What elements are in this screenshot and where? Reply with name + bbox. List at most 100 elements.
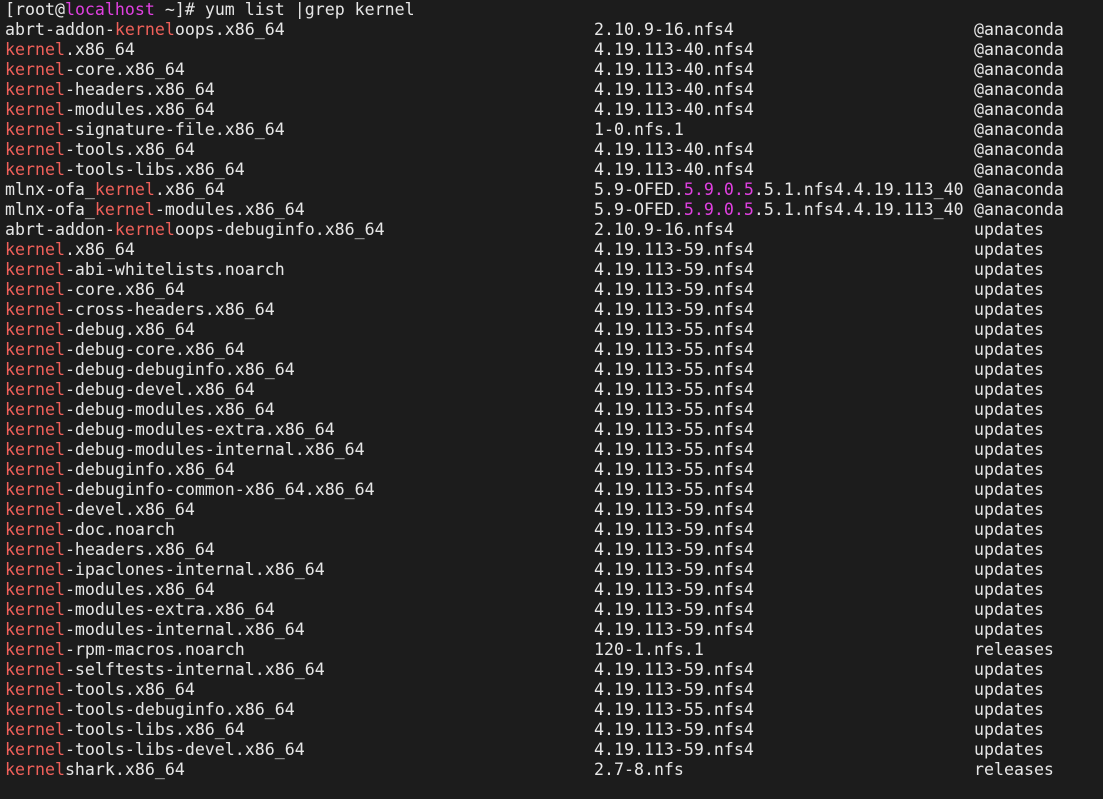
package-version: 4.19.113-55.nfs4 xyxy=(594,320,754,339)
package-repo: @anaconda xyxy=(974,200,1064,219)
package-version: 4.19.113-40.nfs4 xyxy=(594,60,754,79)
package-repo: updates xyxy=(974,380,1044,399)
package-row: kernel-debug-modules.x86_64 4.19.113-55.n… xyxy=(0,400,1103,420)
package-name: kernel-debug-modules-extra.x86_64 xyxy=(5,420,335,439)
package-row: kernel-tools.x86_64 4.19.113-59.nfs4 updat… xyxy=(0,680,1103,700)
package-version: 4.19.113-59.nfs4 xyxy=(594,280,754,299)
package-row: kernel-modules-internal.x86_64 4.19.113-5… xyxy=(0,620,1103,640)
package-version: 5.9-OFED.5.9.0.5.5.1.nfs4.4.19.113_40 xyxy=(594,200,964,219)
package-name: kernel-rpm-macros.noarch xyxy=(5,640,245,659)
package-repo: updates xyxy=(974,260,1044,279)
package-row: kernel-debug.x86_64 4.19.113-55.nfs4 updat… xyxy=(0,320,1103,340)
package-version: 4.19.113-55.nfs4 xyxy=(594,400,754,419)
package-name: mlnx-ofa_kernel-modules.x86_64 xyxy=(5,200,305,219)
package-repo: @anaconda xyxy=(974,40,1064,59)
package-repo: @anaconda xyxy=(974,60,1064,79)
package-version: 4.19.113-59.nfs4 xyxy=(594,560,754,579)
package-repo: updates xyxy=(974,420,1044,439)
package-repo: updates xyxy=(974,460,1044,479)
package-version: 4.19.113-55.nfs4 xyxy=(594,440,754,459)
package-row: kernel-debuginfo-common-x86_64.x86_64 4.1… xyxy=(0,480,1103,500)
package-row: mlnx-ofa_kernel-modules.x86_64 5.9-OFED.5… xyxy=(0,200,1103,220)
prompt-suffix: ~]# xyxy=(154,0,205,19)
package-row: kernel-rpm-macros.noarch 120-1.nfs.1 relea… xyxy=(0,640,1103,660)
package-row: kernel-debuginfo.x86_64 4.19.113-55.nfs4 u… xyxy=(0,460,1103,480)
command-text: yum list |grep kernel xyxy=(204,0,415,19)
package-repo: updates xyxy=(974,620,1044,639)
package-row: kernel-tools-libs.x86_64 4.19.113-40.nfs4… xyxy=(0,160,1103,180)
package-row: kernel-modules.x86_64 4.19.113-59.nfs4 upd… xyxy=(0,580,1103,600)
package-repo: updates xyxy=(974,700,1044,719)
package-name: kernel.x86_64 xyxy=(5,240,135,259)
package-version: 4.19.113-59.nfs4 xyxy=(594,240,754,259)
package-name: kernel-modules-extra.x86_64 xyxy=(5,600,275,619)
package-version: 4.19.113-55.nfs4 xyxy=(594,420,754,439)
package-row: kernel-debug-modules-extra.x86_64 4.19.11… xyxy=(0,420,1103,440)
package-repo: updates xyxy=(974,280,1044,299)
package-name: kernel-doc.noarch xyxy=(5,520,175,539)
package-row: kernel-debug-debuginfo.x86_64 4.19.113-55… xyxy=(0,360,1103,380)
package-row: kernel-debug-modules-internal.x86_64 4.19… xyxy=(0,440,1103,460)
package-row: kernel-headers.x86_64 4.19.113-40.nfs4 @an… xyxy=(0,80,1103,100)
package-row: kernel-tools.x86_64 4.19.113-40.nfs4 @anac… xyxy=(0,140,1103,160)
package-version: 2.10.9-16.nfs4 xyxy=(594,220,734,239)
package-version: 4.19.113-40.nfs4 xyxy=(594,140,754,159)
prompt-line: [root@localhost ~]# yum list |grep kerne… xyxy=(0,0,1103,20)
package-row: kernel.x86_64 4.19.113-40.nfs4 @anaconda ke… xyxy=(0,40,1103,60)
package-name: mlnx-ofa_kernel.x86_64 xyxy=(5,180,225,199)
package-version: 1-0.nfs.1 xyxy=(594,120,684,139)
prompt-prefix: [root@ xyxy=(5,0,65,19)
package-row: kernel-abi-whitelists.noarch 4.19.113-59.… xyxy=(0,260,1103,280)
package-version: 2.7-8.nfs xyxy=(594,760,684,779)
package-version: 4.19.113-40.nfs4 xyxy=(594,160,754,179)
package-row: kernel-signature-file.x86_64 1-0.nfs.1 @an… xyxy=(0,120,1103,140)
package-name: kernel-debug-modules.x86_64 xyxy=(5,400,275,419)
package-name: kernel-selftests-internal.x86_64 xyxy=(5,660,325,679)
package-version: 4.19.113-55.nfs4 xyxy=(594,340,754,359)
package-repo: @anaconda xyxy=(974,20,1064,39)
package-row: kernel-modules-extra.x86_64 4.19.113-59.n… xyxy=(0,600,1103,620)
package-version: 5.9-OFED.5.9.0.5.5.1.nfs4.4.19.113_40 xyxy=(594,180,964,199)
package-repo: updates xyxy=(974,520,1044,539)
package-name: abrt-addon-kerneloops.x86_64 xyxy=(5,20,285,39)
package-repo: @anaconda xyxy=(974,80,1064,99)
package-name: kernel-debuginfo.x86_64 xyxy=(5,460,235,479)
package-repo: updates xyxy=(974,540,1044,559)
package-version: 4.19.113-40.nfs4 xyxy=(594,100,754,119)
package-row: kernel-debug-core.x86_64 4.19.113-55.nfs4… xyxy=(0,340,1103,360)
package-name: kernel-debug-core.x86_64 xyxy=(5,340,245,359)
package-version: 120-1.nfs.1 xyxy=(594,640,704,659)
package-row: kernel-tools-debuginfo.x86_64 4.19.113-55… xyxy=(0,700,1103,720)
package-name: kernel-abi-whitelists.noarch xyxy=(5,260,285,279)
package-name: kernel-modules-internal.x86_64 xyxy=(5,620,305,639)
package-version: 4.19.113-55.nfs4 xyxy=(594,700,754,719)
package-row: kernel-tools-libs-devel.x86_64 4.19.113-5… xyxy=(0,740,1103,760)
package-row: kernel-doc.noarch 4.19.113-59.nfs4 updates… xyxy=(0,520,1103,540)
package-repo: updates xyxy=(974,560,1044,579)
package-row: kernel-debug-devel.x86_64 4.19.113-55.nfs… xyxy=(0,380,1103,400)
package-repo: updates xyxy=(974,240,1044,259)
package-version: 4.19.113-40.nfs4 xyxy=(594,80,754,99)
package-name: kernel-debug-modules-internal.x86_64 xyxy=(5,440,365,459)
package-version: 4.19.113-59.nfs4 xyxy=(594,740,754,759)
package-repo: updates xyxy=(974,500,1044,519)
package-name: kernel-tools-libs-devel.x86_64 xyxy=(5,740,305,759)
package-version: 4.19.113-59.nfs4 xyxy=(594,620,754,639)
package-name: kernel-devel.x86_64 xyxy=(5,500,195,519)
package-repo: releases xyxy=(974,760,1054,779)
package-name: kernel-tools.x86_64 xyxy=(5,140,195,159)
package-repo: @anaconda xyxy=(974,120,1064,139)
package-version: 4.19.113-59.nfs4 xyxy=(594,540,754,559)
package-version: 2.10.9-16.nfs4 xyxy=(594,20,734,39)
terminal-output[interactable]: [root@localhost ~]# yum list |grep kerne… xyxy=(0,0,1103,780)
package-repo: @anaconda xyxy=(974,100,1064,119)
package-row: kernel.x86_64 4.19.113-59.nfs4 updates kern… xyxy=(0,240,1103,260)
package-name: kernel-debuginfo-common-x86_64.x86_64 xyxy=(5,480,375,499)
package-version: 4.19.113-59.nfs4 xyxy=(594,500,754,519)
package-repo: updates xyxy=(974,360,1044,379)
package-row: kernel-headers.x86_64 4.19.113-59.nfs4 upd… xyxy=(0,540,1103,560)
package-repo: updates xyxy=(974,600,1044,619)
package-name: kernel-headers.x86_64 xyxy=(5,80,215,99)
package-name: kernelshark.x86_64 xyxy=(5,760,185,779)
package-name: kernel-debug-devel.x86_64 xyxy=(5,380,255,399)
